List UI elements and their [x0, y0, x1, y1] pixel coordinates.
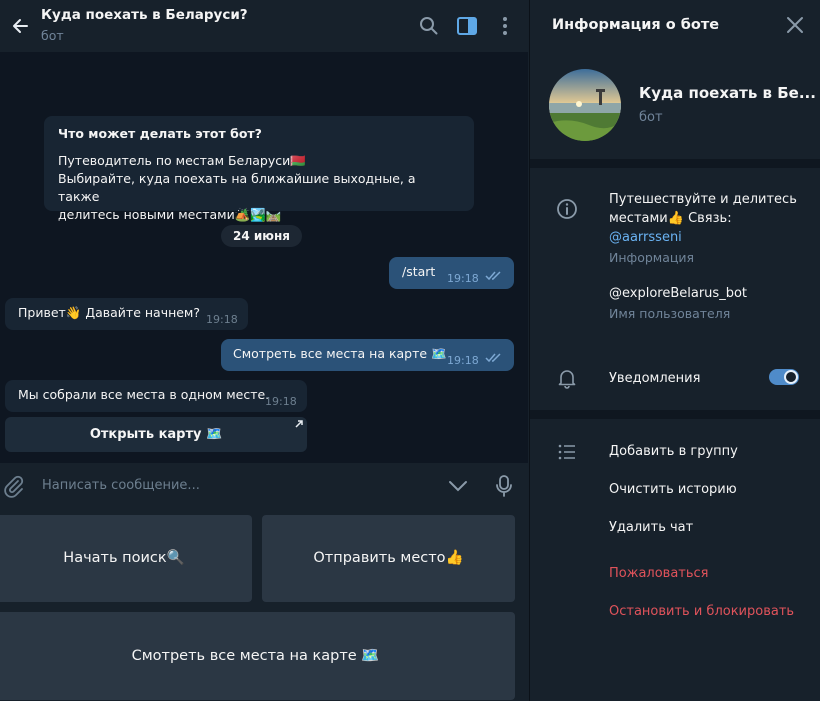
open-map-button[interactable]: Открыть карту 🗺️	[5, 417, 307, 452]
message-text: Смотреть все места на карте 🗺️	[233, 346, 447, 361]
chat-title[interactable]: Куда поехать в Беларуси?	[41, 7, 248, 23]
bot-about: Путешествуйте и делитесь местами👍 Связь:…	[609, 190, 797, 247]
message-input-bar: Написать сообщение...	[0, 463, 528, 509]
section-divider	[530, 159, 820, 168]
message-time: 19:18	[265, 395, 297, 408]
message-incoming: Привет👋 Давайте начнем? 19:18	[5, 298, 248, 330]
close-icon[interactable]	[784, 14, 806, 36]
about-label: Информация	[609, 250, 695, 265]
bot-username[interactable]: @exploreBelarus_bot	[609, 284, 747, 303]
info-icon	[557, 199, 577, 219]
chat-subtitle: бот	[41, 28, 64, 43]
list-icon	[558, 444, 575, 460]
clear-history-button[interactable]: Очистить историю	[609, 480, 737, 499]
external-link-icon	[295, 420, 303, 428]
add-to-group-button[interactable]: Добавить в группу	[609, 442, 738, 461]
username-label: Имя пользователя	[609, 306, 731, 321]
sidebar-toggle-icon[interactable]	[454, 13, 480, 39]
bell-icon	[558, 370, 576, 389]
search-icon[interactable]	[416, 13, 442, 39]
bot-description-line: Выбирайте, куда поехать на ближайшие вых…	[58, 171, 416, 204]
avatar[interactable]	[549, 69, 621, 141]
attach-paperclip-icon[interactable]	[2, 474, 26, 498]
date-separator: 24 июня	[221, 225, 302, 247]
read-check-icon	[485, 271, 501, 281]
chevron-down-icon[interactable]	[447, 477, 469, 495]
reply-keyboard: Начать поиск🔍 Отправить место👍 Смотреть …	[0, 509, 528, 701]
chat-header: Куда поехать в Беларуси? бот	[0, 0, 528, 52]
bot-description-bubble: Что может делать этот бот? Путеводитель …	[44, 116, 474, 222]
block-bot-button[interactable]: Остановить и блокировать	[609, 602, 794, 621]
back-arrow-icon[interactable]	[6, 11, 36, 41]
message-time: 19:18	[447, 354, 479, 367]
section-divider	[530, 410, 820, 419]
keyboard-button-view-map[interactable]: Смотреть все места на карте 🗺️	[0, 612, 515, 700]
notifications-toggle[interactable]	[769, 369, 799, 385]
bot-info-panel: Информация о боте Куда поехать в Бе... б…	[529, 0, 820, 701]
message-outgoing: Смотреть все места на карте 🗺️ 19:18	[221, 339, 514, 371]
landscape-avatar-image	[549, 69, 621, 141]
bot-type: бот	[639, 110, 663, 125]
more-options-icon[interactable]	[492, 13, 518, 39]
bot-name: Куда поехать в Бе...	[639, 84, 816, 102]
bot-description-line: делитесь новыми местами🏕️🏞️🛤️	[58, 207, 282, 222]
message-incoming: Мы собрали все места в одном месте. 19:1…	[5, 380, 307, 412]
message-time: 19:18	[206, 313, 238, 326]
message-outgoing: /start 19:18	[389, 257, 514, 289]
keyboard-button-send-place[interactable]: Отправить место👍	[262, 515, 515, 602]
chat-panel: Куда поехать в Беларуси? бот Что может д…	[0, 0, 528, 701]
message-input[interactable]: Написать сообщение...	[42, 478, 200, 493]
microphone-icon[interactable]	[492, 473, 516, 499]
toggle-knob	[784, 370, 798, 384]
open-map-label: Открыть карту 🗺️	[89, 427, 223, 442]
report-button[interactable]: Пожаловаться	[609, 564, 709, 583]
about-line: Путешествуйте и делитесь	[609, 192, 797, 207]
notifications-label: Уведомления	[609, 371, 701, 386]
message-time: 19:18	[447, 272, 479, 285]
message-text: Привет👋 Давайте начнем?	[18, 305, 201, 320]
keyboard-button-start-search[interactable]: Начать поиск🔍	[0, 515, 252, 602]
message-text: Мы собрали все места в одном месте.	[18, 387, 270, 402]
contact-link[interactable]: @aarrsseni	[609, 230, 682, 245]
read-check-icon	[485, 353, 501, 363]
bot-description-line: Путеводитель по местам Беларуси🇧🇾	[58, 153, 306, 168]
message-text: /start	[402, 264, 436, 279]
about-line: местами👍 Связь:	[609, 211, 732, 226]
panel-title: Информация о боте	[552, 17, 720, 33]
delete-chat-button[interactable]: Удалить чат	[609, 518, 693, 537]
bot-description-title: Что может делать этот бот?	[58, 126, 262, 141]
